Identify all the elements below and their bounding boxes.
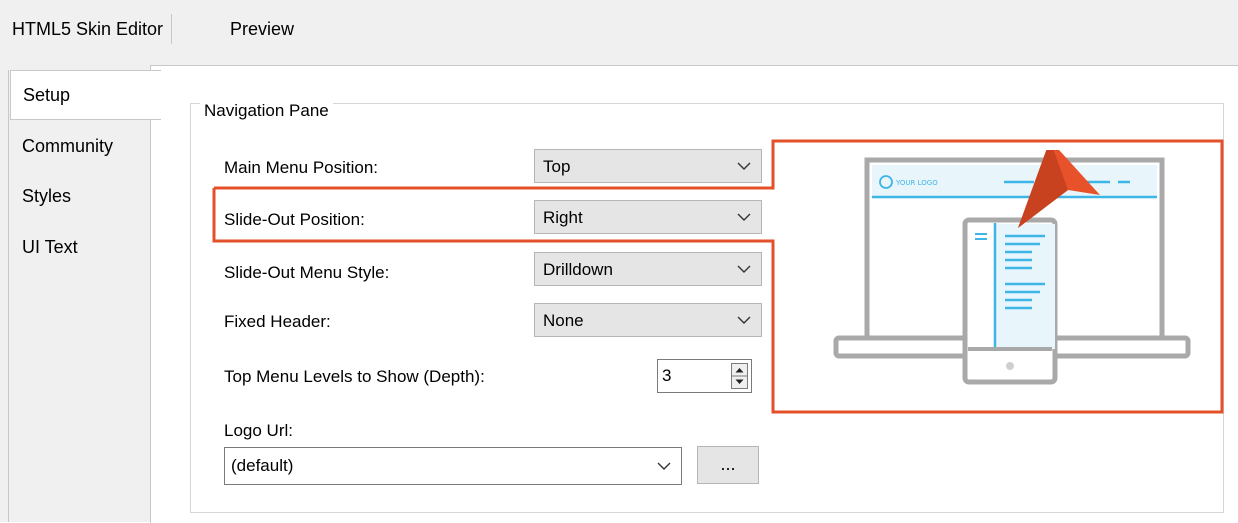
logo-url-label: Logo Url: (224, 421, 293, 440)
slide-out-position-label: Slide-Out Position: (224, 210, 365, 229)
top-menu-levels-stepper[interactable]: 3 (657, 359, 752, 393)
fixed-header-select[interactable]: None (534, 303, 762, 337)
side-tab-community[interactable]: Community (10, 128, 150, 164)
top-menu-levels-value: 3 (662, 366, 672, 385)
side-tab-setup[interactable]: Setup (10, 70, 161, 120)
side-tab-styles[interactable]: Styles (10, 178, 150, 214)
main-menu-position-value: Top (543, 157, 571, 176)
side-tab-ui-text[interactable]: UI Text (10, 229, 150, 265)
tab-preview[interactable]: Preview (222, 14, 302, 44)
fixed-header-value: None (543, 311, 584, 330)
slide-out-position-select[interactable]: Right (534, 200, 762, 234)
spin-buttons[interactable] (731, 363, 748, 389)
logo-url-value: (default) (231, 456, 294, 475)
slide-out-menu-style-label: Slide-Out Menu Style: (224, 263, 390, 282)
chevron-down-icon (737, 162, 751, 170)
slide-out-menu-style-select[interactable]: Drilldown (534, 252, 762, 286)
tab-html5-skin-editor[interactable]: HTML5 Skin Editor (4, 14, 173, 44)
device-preview-illustration: YOUR LOGO (833, 150, 1191, 385)
top-menu-levels-label: Top Menu Levels to Show (Depth): (224, 367, 485, 386)
fixed-header-label: Fixed Header: (224, 312, 331, 331)
spin-arrows-icon (732, 368, 747, 384)
main-menu-position-select[interactable]: Top (534, 149, 762, 183)
chevron-down-icon (737, 316, 751, 324)
logo-url-combo[interactable]: (default) (224, 447, 682, 485)
preview-logo-text: YOUR LOGO (895, 179, 938, 187)
editor-tab-bar: HTML5 Skin Editor Preview (0, 0, 1238, 61)
main-menu-position-label: Main Menu Position: (224, 158, 379, 177)
slide-out-menu-style-value: Drilldown (543, 260, 613, 279)
chevron-down-icon (657, 462, 671, 470)
navigation-pane-legend: Navigation Pane (200, 101, 333, 121)
chevron-down-icon (737, 213, 751, 221)
chevron-down-icon (737, 265, 751, 273)
side-tab-border (8, 70, 9, 522)
slide-out-position-value: Right (543, 208, 583, 227)
browse-button[interactable]: ... (697, 446, 759, 484)
